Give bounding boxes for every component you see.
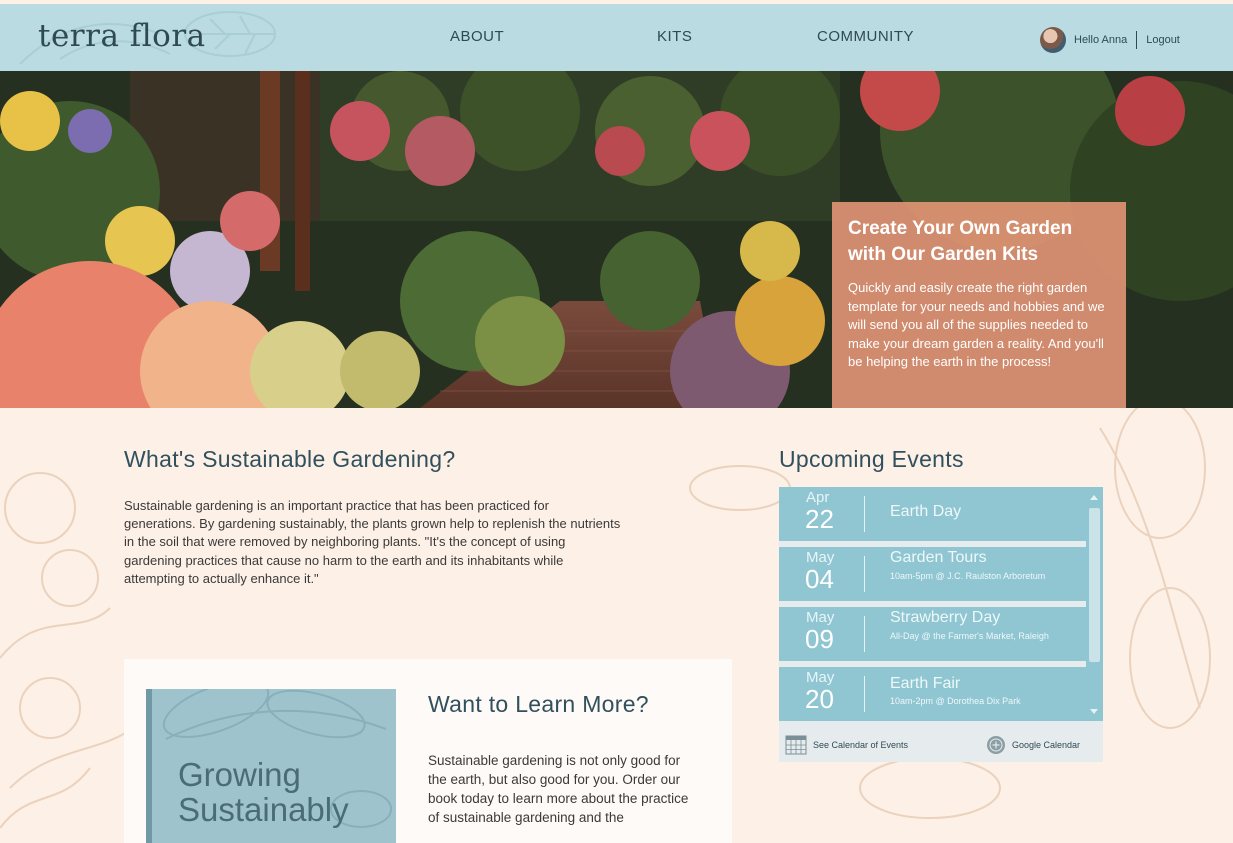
event-title: Earth Day (890, 503, 962, 520)
google-calendar-link[interactable]: Google Calendar (986, 735, 1080, 755)
see-calendar-link[interactable]: See Calendar of Events (785, 735, 908, 755)
hero-title: Create Your Own Garden with Our Garden K… (848, 218, 1073, 265)
event-item[interactable]: May 09 Strawberry Day All-Day @ the Farm… (779, 607, 1086, 661)
sustainable-paragraph: Sustainable gardening is an important pr… (124, 498, 621, 586)
event-separator (864, 496, 865, 532)
book-title-line-2: Sustainably (178, 791, 349, 828)
event-title: Earth Fair (890, 675, 961, 692)
site-header: terra flora ABOUT KITS COMMUNITY Hello A… (0, 4, 1233, 71)
sustainable-heading: What's Sustainable Gardening? (124, 446, 456, 472)
scrollbar-thumb[interactable] (1089, 508, 1100, 662)
user-avatar[interactable] (1040, 27, 1066, 53)
events-heading: Upcoming Events (779, 446, 964, 472)
book-title: Growing Sustainably (178, 757, 349, 827)
event-day: 04 (805, 564, 834, 594)
event-detail: All-Day @ the Farmer's Market, Raleigh (890, 631, 1049, 641)
see-calendar-label: See Calendar of Events (813, 740, 909, 750)
event-title: Strawberry Day (890, 609, 1001, 626)
hero-description: Quickly and easily create the right gard… (848, 280, 1105, 369)
learn-more-card: Growing Sustainably Want to Learn More? … (124, 659, 732, 843)
nav-kits[interactable]: KITS (657, 28, 692, 45)
book-title-line-1: Growing (178, 756, 301, 793)
event-item[interactable]: May 20 Earth Fair 10am-2pm @ Dorothea Di… (779, 667, 1086, 721)
site-logo[interactable]: terra flora (38, 18, 206, 54)
event-separator (864, 556, 865, 592)
learn-more-paragraph: Sustainable gardening is not only good f… (428, 753, 689, 825)
google-plus-circle-icon (987, 736, 1005, 754)
event-detail: 10am-5pm @ J.C. Raulston Arboretum (890, 571, 1046, 581)
scroll-down-arrow-icon[interactable] (1090, 709, 1098, 714)
events-scrollbar[interactable] (1086, 487, 1103, 721)
hero-promo-card: Create Your Own Garden with Our Garden K… (832, 202, 1126, 408)
nav-about[interactable]: ABOUT (450, 28, 504, 45)
nav-community[interactable]: COMMUNITY (817, 28, 914, 45)
hero-banner: Create Your Own Garden with Our Garden K… (0, 71, 1233, 408)
event-item[interactable]: May 04 Garden Tours 10am-5pm @ J.C. Raul… (779, 547, 1086, 601)
learn-more-heading: Want to Learn More? (428, 691, 649, 717)
event-separator (864, 676, 865, 712)
event-item[interactable]: Apr 22 Earth Day (779, 487, 1086, 541)
event-title: Garden Tours (890, 549, 987, 566)
event-day: 22 (805, 504, 834, 534)
book-cover[interactable]: Growing Sustainably (146, 689, 396, 843)
events-footer: See Calendar of Events Google Calendar (779, 730, 1103, 762)
book-spine (146, 689, 152, 843)
event-day: 09 (805, 624, 834, 654)
events-widget: Apr 22 Earth Day May 04 Garden Tours 10a… (779, 487, 1103, 762)
event-day: 20 (805, 684, 834, 714)
user-greeting: Hello Anna (1074, 34, 1128, 46)
header-divider (1136, 31, 1138, 49)
scroll-up-arrow-icon[interactable] (1090, 495, 1098, 500)
logout-link[interactable]: Logout (1146, 34, 1180, 46)
event-detail: 10am-2pm @ Dorothea Dix Park (890, 696, 1021, 706)
event-separator (864, 616, 865, 652)
user-area: Hello Anna Logout (1040, 27, 1180, 53)
google-calendar-label: Google Calendar (1012, 740, 1081, 750)
calendar-grid-icon (785, 735, 807, 755)
